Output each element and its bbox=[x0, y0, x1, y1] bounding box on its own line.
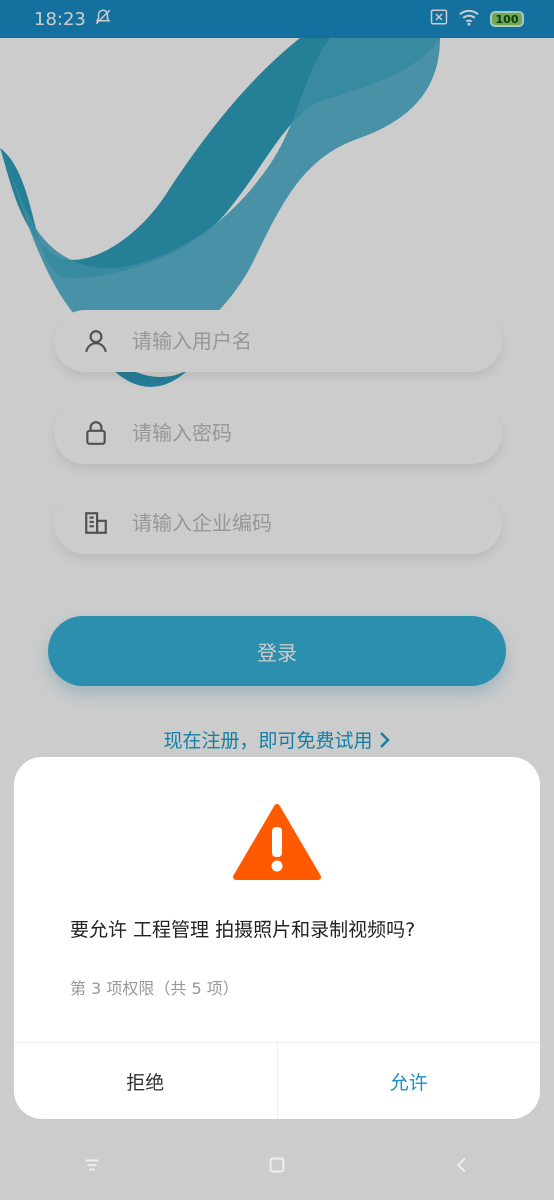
dialog-buttons: 拒绝 允许 bbox=[14, 1042, 540, 1119]
warning-icon bbox=[233, 804, 321, 880]
allow-button[interactable]: 允许 bbox=[278, 1043, 541, 1119]
home-icon[interactable] bbox=[266, 1154, 288, 1176]
navigation-bar bbox=[0, 1130, 554, 1200]
permission-dialog: 要允许 工程管理 拍摄照片和录制视频吗? 第 3 项权限（共 5 项） 拒绝 允… bbox=[14, 757, 540, 1119]
permission-message: 要允许 工程管理 拍摄照片和录制视频吗? bbox=[70, 919, 416, 941]
menu-icon[interactable] bbox=[81, 1154, 103, 1176]
deny-button[interactable]: 拒绝 bbox=[14, 1043, 278, 1119]
permission-progress: 第 3 项权限（共 5 项） bbox=[70, 979, 239, 998]
back-icon[interactable] bbox=[451, 1154, 473, 1176]
